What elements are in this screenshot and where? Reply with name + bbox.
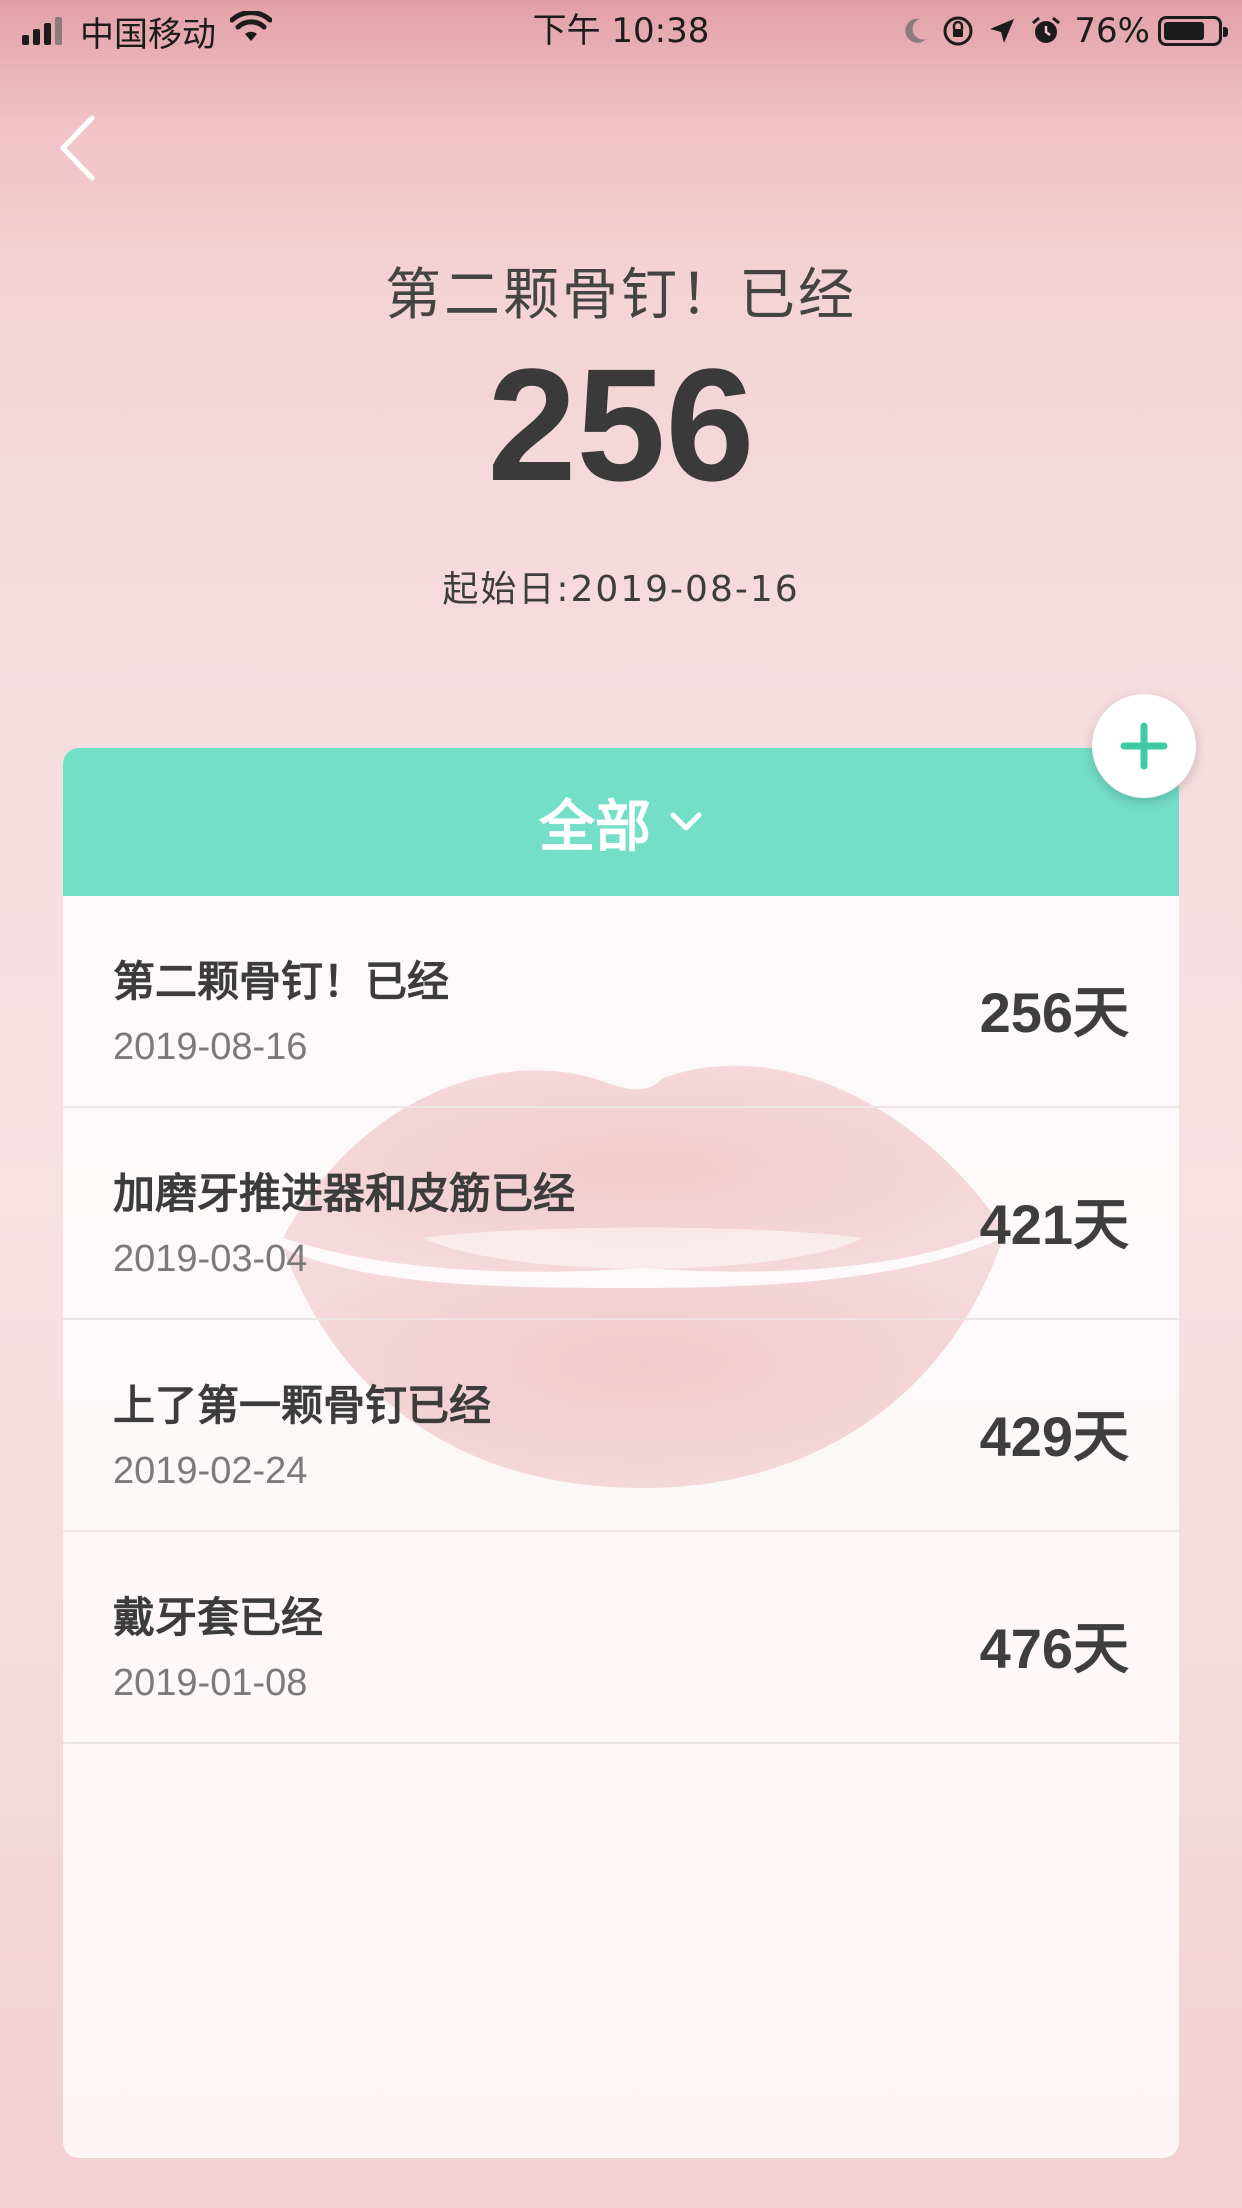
status-right: 76%	[888, 10, 1228, 52]
item-days: 429天	[979, 1405, 1129, 1468]
item-days: 256天	[979, 981, 1129, 1044]
moon-icon	[902, 17, 928, 45]
item-days: 476天	[979, 1617, 1129, 1680]
filter-label: 全部	[539, 794, 651, 860]
add-button[interactable]	[1092, 694, 1196, 798]
battery-icon	[1158, 16, 1228, 46]
list-item[interactable]: 戴牙套已经 2019-01-08 476天	[63, 1532, 1179, 1744]
item-title: 加磨牙推进器和皮筋已经	[113, 1169, 576, 1218]
item-title: 戴牙套已经	[113, 1593, 324, 1642]
item-date: 2019-03-04	[113, 1238, 308, 1280]
hero-start-date: 起始日:2019-08-16	[442, 569, 800, 610]
countdown-list-card: 全部 第二颗骨钉！已经 2019-08-16 256天 加磨牙推进器和皮筋已经 …	[63, 748, 1179, 2158]
chevron-down-icon	[669, 811, 703, 833]
rotation-lock-icon	[942, 15, 974, 47]
list-item[interactable]: 第二颗骨钉！已经 2019-08-16 256天	[63, 896, 1179, 1108]
location-icon	[988, 17, 1016, 45]
list-item[interactable]: 上了第一颗骨钉已经 2019-02-24 429天	[63, 1320, 1179, 1532]
item-title: 上了第一颗骨钉已经	[113, 1381, 492, 1430]
item-title: 第二颗骨钉！已经	[113, 957, 450, 1006]
item-date: 2019-08-16	[113, 1026, 308, 1068]
item-date: 2019-02-24	[113, 1450, 308, 1492]
item-days: 421天	[979, 1193, 1129, 1256]
battery-level	[1164, 22, 1204, 40]
hero-title: 第二颗骨钉！已经	[385, 263, 857, 328]
status-bar: 中国移动 下午 10:38 76%	[0, 0, 1242, 62]
alarm-icon	[1030, 15, 1062, 47]
list-item[interactable]: 加磨牙推进器和皮筋已经 2019-03-04 421天	[63, 1108, 1179, 1320]
countdown-list: 第二颗骨钉！已经 2019-08-16 256天 加磨牙推进器和皮筋已经 201…	[63, 896, 1179, 1744]
back-button[interactable]	[48, 110, 108, 186]
chevron-left-icon	[60, 115, 95, 181]
item-date: 2019-01-08	[113, 1662, 308, 1704]
hero-day-count: 256	[487, 335, 755, 514]
battery-percent: 76%	[1074, 11, 1150, 51]
plus-icon	[1120, 722, 1168, 770]
filter-dropdown[interactable]: 全部	[63, 748, 1179, 896]
